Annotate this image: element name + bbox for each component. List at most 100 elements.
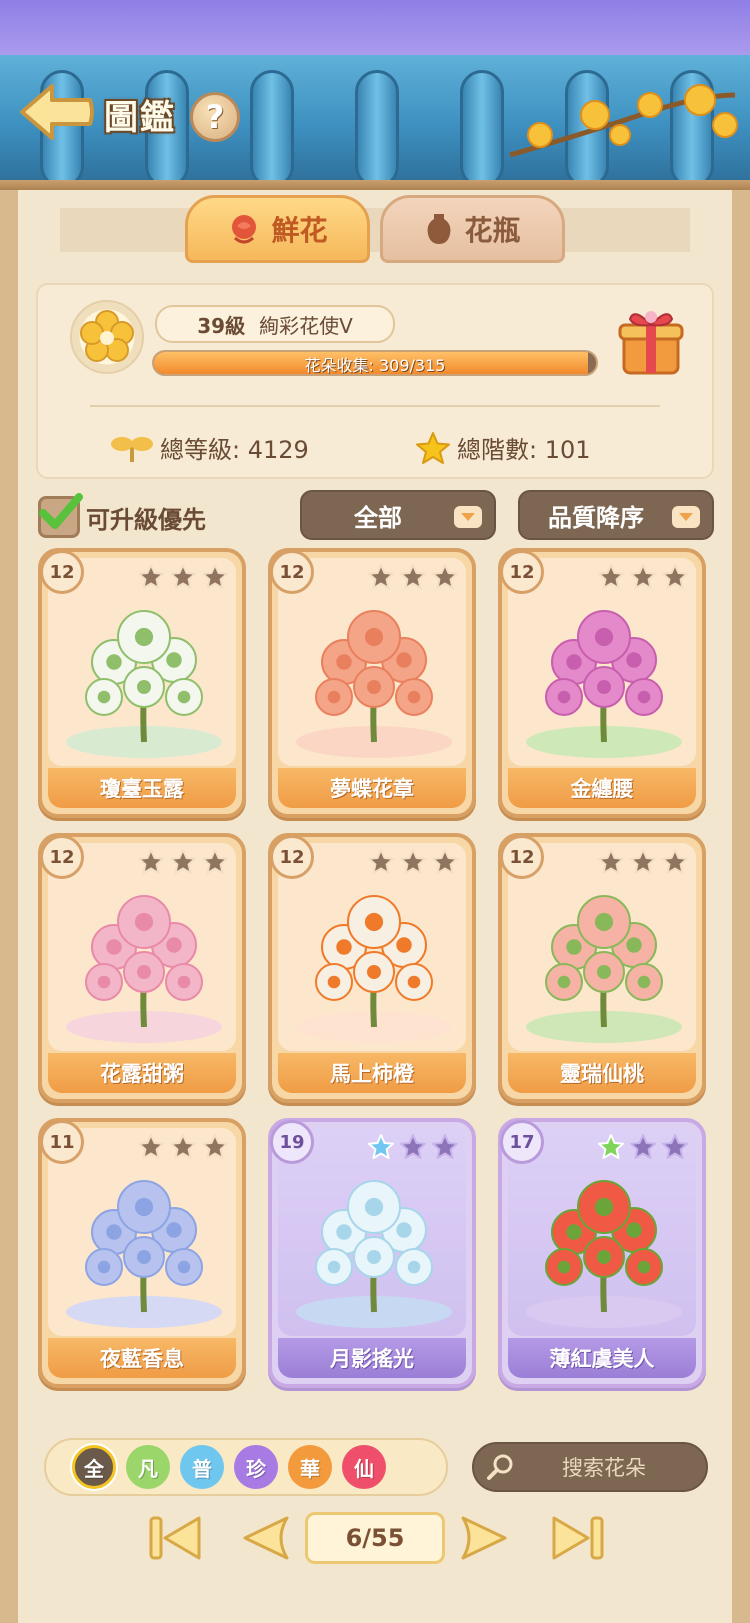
rarity-filter-button[interactable]: 凡 [126, 1445, 170, 1489]
rose-icon [232, 215, 257, 244]
tabs-strip [60, 208, 690, 252]
total-tier-stat: 總階數: 101 [415, 430, 591, 465]
gift-box-icon[interactable] [616, 305, 686, 377]
flower-card[interactable]: 12 馬上柿橙 [268, 833, 476, 1103]
star-icon [400, 564, 426, 589]
help-button[interactable]: ? [190, 92, 240, 142]
flower-illustration [526, 610, 682, 758]
priority-checkbox[interactable] [38, 493, 83, 538]
card-stars [138, 849, 228, 875]
star-icon [368, 1134, 394, 1159]
card-stars [368, 1134, 458, 1160]
rarity-filter-button[interactable]: 珍 [234, 1445, 278, 1489]
flower-illustration [66, 895, 222, 1043]
upgradable-priority-toggle[interactable]: 可升級優先 [38, 493, 206, 538]
rarity-filter-button[interactable]: 全 [72, 1445, 116, 1489]
sort-dropdown[interactable]: 品質降序 [518, 490, 714, 540]
star-icon [598, 849, 624, 874]
checkmark-icon [39, 493, 83, 529]
star-icon [170, 1134, 196, 1159]
roof-tile [250, 70, 294, 188]
roof-tile [460, 70, 504, 188]
star-icon [630, 564, 656, 589]
sprout-icon [111, 436, 153, 462]
card-stars [598, 849, 688, 875]
flower-card[interactable]: 12 靈瑞仙桃 [498, 833, 706, 1103]
card-name: 夢蝶花章 [278, 768, 466, 808]
card-level: 17 [500, 1120, 544, 1164]
star-icon [662, 564, 688, 589]
total-level-stat: 總等級: 4129 [110, 430, 309, 465]
star-icon [662, 1134, 688, 1159]
flower-illustration [526, 1180, 682, 1328]
back-arrow-icon[interactable] [18, 80, 96, 144]
rarity-filter-button[interactable]: 仙 [342, 1445, 386, 1489]
page-title: 圖鑑 [104, 98, 176, 138]
search-icon [487, 1454, 513, 1480]
flower-illustration [296, 895, 452, 1043]
priority-label: 可升級優先 [86, 505, 206, 534]
card-name: 靈瑞仙桃 [508, 1053, 696, 1093]
tab-label: 花瓶 [464, 214, 521, 247]
flower-card[interactable]: 11 夜藍香息 [38, 1118, 246, 1388]
flower-illustration [66, 610, 222, 758]
card-name: 月影搖光 [278, 1338, 466, 1378]
card-level: 12 [500, 835, 544, 879]
star-icon [138, 1134, 164, 1159]
first-page-icon[interactable] [145, 1512, 205, 1564]
flower-card[interactable]: 12 花露甜粥 [38, 833, 246, 1103]
star-icon [662, 849, 688, 874]
plum-blossom-branch-icon [509, 84, 738, 158]
card-level: 12 [270, 550, 314, 594]
flower-badge-icon [80, 310, 134, 362]
rarity-filter-button[interactable]: 普 [180, 1445, 224, 1489]
star-icon [400, 1134, 426, 1159]
card-stars [368, 564, 458, 590]
tab-vases[interactable]: 花瓶 [380, 195, 565, 263]
card-level: 12 [270, 835, 314, 879]
player-rank: 絢彩花使V [259, 313, 353, 338]
rarity-filter-button[interactable]: 華 [288, 1445, 332, 1489]
flower-card[interactable]: 12 瓊臺玉露 [38, 548, 246, 818]
last-page-icon[interactable] [548, 1512, 608, 1564]
flower-card[interactable]: 12 夢蝶花章 [268, 548, 476, 818]
vase-icon [428, 214, 451, 244]
tab-label: 鮮花 [271, 214, 328, 247]
star-icon [630, 1134, 656, 1159]
star-icon [368, 564, 394, 589]
search-placeholder: 搜索花朵 [562, 1456, 646, 1480]
card-stars [368, 849, 458, 875]
flower-illustration [296, 1180, 452, 1328]
search-field[interactable]: 搜索花朵 [472, 1442, 708, 1492]
card-level: 12 [500, 550, 544, 594]
player-level: 39級 [197, 313, 246, 338]
previous-page-icon[interactable] [235, 1512, 295, 1564]
collection-progress-label: 花朵收集: 309/315 [304, 356, 446, 375]
star-icon [630, 849, 656, 874]
star-icon [170, 849, 196, 874]
category-dropdown[interactable]: 全部 [300, 490, 496, 540]
star-icon [202, 849, 228, 874]
card-name: 花露甜粥 [48, 1053, 236, 1093]
chevron-down-icon [454, 506, 482, 528]
star-icon [368, 849, 394, 874]
card-name: 薄紅虞美人 [508, 1338, 696, 1378]
card-name: 金纏腰 [508, 768, 696, 808]
card-name: 瓊臺玉露 [48, 768, 236, 808]
flower-card[interactable]: 19 月影搖光 [268, 1118, 476, 1388]
sort-value: 品質降序 [548, 503, 644, 532]
flower-card[interactable]: 12 金纏腰 [498, 548, 706, 818]
star-icon [416, 431, 450, 464]
flower-illustration [66, 1180, 222, 1328]
chevron-down-icon [672, 506, 700, 528]
tab-fresh-flowers[interactable]: 鮮花 [185, 195, 370, 263]
star-icon [598, 1134, 624, 1159]
card-level: 12 [40, 550, 84, 594]
level-plate: 39級 絢彩花使V [155, 305, 395, 343]
card-level: 19 [270, 1120, 314, 1164]
next-page-icon[interactable] [455, 1512, 515, 1564]
card-level: 12 [40, 835, 84, 879]
flower-card[interactable]: 17 薄紅虞美人 [498, 1118, 706, 1388]
star-icon [432, 1134, 458, 1159]
card-stars [138, 1134, 228, 1160]
